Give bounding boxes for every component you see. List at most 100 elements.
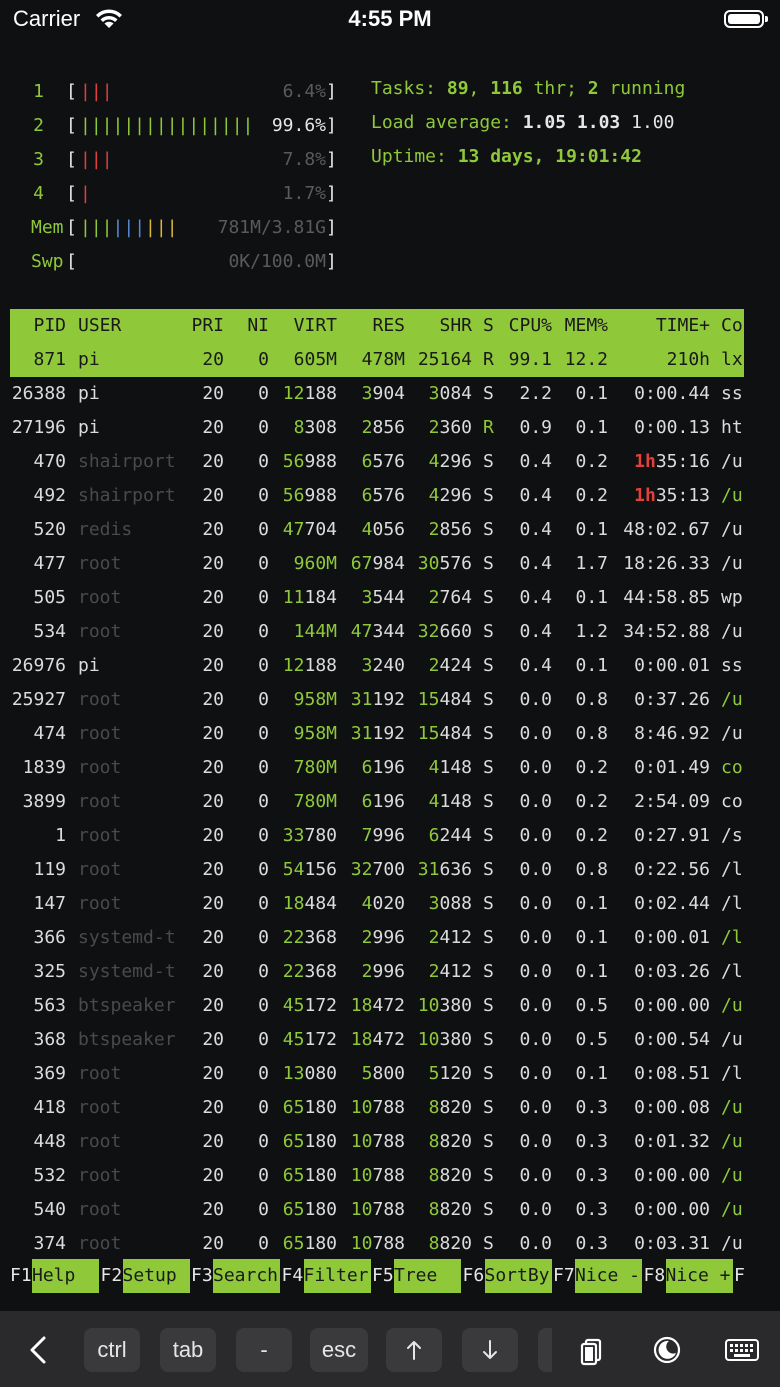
process-row[interactable]: 492 shairport 20 0 56988 6576 4296 S 0.4 0.2 1h35:… <box>0 479 780 513</box>
cell-user: root <box>78 1233 122 1254</box>
function-key-label-f3[interactable]: Search <box>213 1259 280 1293</box>
column-header-shr[interactable]: SHR <box>405 309 472 343</box>
process-row[interactable]: 26388 pi 20 0 12188 3904 3084 S 2.2 0.1 0:00.44 ss <box>0 377 780 411</box>
cell-cmd: /l <box>721 1063 743 1084</box>
function-key-f8[interactable]: F8 <box>644 1259 666 1293</box>
process-row[interactable]: 448 root 20 0 65180 10788 8820 S 0.0 0.3 0:01.32/u <box>0 1125 780 1159</box>
process-row[interactable]: 520 redis 20 0 47704 4056 2856 S 0.4 0.1 48:02.67/… <box>0 513 780 547</box>
bar-segment: ||| <box>80 217 113 238</box>
function-key-f6[interactable]: F6 <box>463 1259 485 1293</box>
function-key-f2[interactable]: F2 <box>101 1259 123 1293</box>
process-row[interactable]: 532 root 20 0 65180 10788 8820 S 0.0 0.3 0:00.00/u <box>0 1159 780 1193</box>
cell-pid: 520 <box>33 519 66 540</box>
cell-cmd: co <box>721 757 743 778</box>
function-key-label-f7[interactable]: Nice - <box>575 1259 642 1293</box>
cell-time: 8:46.92 <box>634 723 710 744</box>
function-key-f3[interactable]: F3 <box>191 1259 213 1293</box>
cell-virt: 18484 <box>270 887 337 921</box>
cell-pid: 119 <box>33 859 66 880</box>
value-mega: 780M <box>293 791 337 812</box>
column-header-ni[interactable]: NI <box>236 309 269 343</box>
arrow-down-key[interactable] <box>462 1328 518 1372</box>
cell-cpu: 0.0 <box>519 723 552 744</box>
process-row[interactable]: 534 root 20 0 144M 47344 32660 S 0.4 1.2 34:52.88/… <box>0 615 780 649</box>
process-row[interactable]: 374 root 20 0 65180 10788 8820 S 0.0 0.3 0:03.31/u <box>0 1227 780 1261</box>
column-header-pid[interactable]: PID <box>0 309 66 343</box>
cell-mem: 0.3 <box>575 1233 608 1254</box>
process-row[interactable]: 147 root 20 0 18484 4020 3088 S 0.0 0.1 0:02.44/l <box>0 887 780 921</box>
process-row[interactable]: 505 root 20 0 11184 3544 2764 S 0.4 0.1 44:58.85 wp <box>0 581 780 615</box>
cell-res: 10788 <box>338 1159 405 1193</box>
column-header-cpu[interactable]: CPU% <box>495 309 552 343</box>
value-units: 472 <box>372 995 405 1016</box>
bracket-close: ] <box>326 81 337 102</box>
esc-key[interactable]: esc <box>310 1328 368 1372</box>
cell-user: root <box>78 791 122 812</box>
process-row[interactable]: 26976 pi 20 0 12188 3240 2424 S 0.4 0.1 0:00.01 ss <box>0 649 780 683</box>
cpu-meter: 2[|||||||||||||||| 99.6%] <box>0 109 340 143</box>
cell-cmd: /u <box>721 1131 743 1152</box>
function-key-f4[interactable]: F4 <box>282 1259 304 1293</box>
cell-pid: 534 <box>33 621 66 642</box>
back-chevron-icon[interactable] <box>24 1328 54 1372</box>
column-header-res[interactable]: RES <box>338 309 405 343</box>
column-header-mem[interactable]: MEM% <box>552 309 608 343</box>
function-key-label-f4[interactable]: Filter <box>303 1259 371 1293</box>
ctrl-key[interactable]: ctrl <box>84 1328 140 1372</box>
function-key-label-f2[interactable]: Setup <box>122 1259 190 1293</box>
arrow-up-key[interactable] <box>386 1328 442 1372</box>
process-row[interactable]: 25927 root 20 0 958M 31192 15484 S 0.0 0.8 0:37.26… <box>0 683 780 717</box>
function-key-label-f1[interactable]: Help <box>32 1259 99 1293</box>
process-row[interactable]: 470 shairport 20 0 56988 6576 4296 S 0.4 0.2 1h35:… <box>0 445 780 479</box>
cell-pri: 20 <box>202 383 224 404</box>
process-row[interactable]: 477 root 20 0 960M 67984 30576 S 0.4 1.7 18:26.33/… <box>0 547 780 581</box>
cell-time: 0:08.51 <box>634 1063 710 1084</box>
column-header-pri[interactable]: PRI <box>182 309 224 343</box>
keyboard-icon[interactable] <box>724 1328 760 1372</box>
process-row[interactable]: 418 root 20 0 65180 10788 8820 S 0.0 0.3 0:00.08/u <box>0 1091 780 1125</box>
value-thousands: 18 <box>350 995 373 1016</box>
arrow-down-icon <box>483 1340 497 1359</box>
process-row[interactable]: 325 systemd-t 20 0 22368 2996 2412 S 0.0 0.1 0:03.… <box>0 955 780 989</box>
column-header-virt[interactable]: VIRT <box>270 309 337 343</box>
cell-cmd: ss <box>721 655 743 676</box>
process-row[interactable]: 871 pi 20 0 605M 478M 25164 R 99.1 12.2 210h lx <box>10 343 744 377</box>
moon-icon[interactable] <box>652 1328 682 1372</box>
value-units: 544 <box>372 587 405 608</box>
column-header-time[interactable]: TIME+ <box>608 309 710 343</box>
function-key-f5[interactable]: F5 <box>372 1259 394 1293</box>
value-units: 296 <box>439 451 472 472</box>
function-key-f1[interactable]: F1 <box>10 1259 32 1293</box>
tab-key[interactable]: tab <box>160 1328 216 1372</box>
process-row[interactable]: 3899 root 20 0 780M 6196 4148 S 0.0 0.2 2:54.09 co <box>0 785 780 819</box>
process-row[interactable]: 1 root 20 0 33780 7996 6244 S 0.0 0.2 0:27.91/s <box>0 819 780 853</box>
value-units: 156 <box>304 859 337 880</box>
process-row[interactable]: 563 btspeaker 20 0 45172 18472 10380 S 0.0 0.5 0:0… <box>0 989 780 1023</box>
function-key-label-f8[interactable]: Nice + <box>665 1259 733 1293</box>
function-key-f7[interactable]: F7 <box>553 1259 575 1293</box>
process-row[interactable]: 27196 pi 20 0 8308 2856 2360 R 0.9 0.1 0:00.13 ht <box>0 411 780 445</box>
minus-key[interactable]: - <box>236 1328 292 1372</box>
process-row[interactable]: 369 root 20 0 13080 5800 5120 S 0.0 0.1 0:08.51/l <box>0 1057 780 1091</box>
process-row[interactable]: 540 root 20 0 65180 10788 8820 S 0.0 0.3 0:00.00/u <box>0 1193 780 1227</box>
process-row[interactable]: 366 systemd-t 20 0 22368 2996 2412 S 0.0 0.1 0:00.… <box>0 921 780 955</box>
overflow-key-edge <box>538 1328 552 1372</box>
column-header-user[interactable]: USER <box>78 309 188 343</box>
value-units: 576 <box>372 451 405 472</box>
uptime-line: Uptime: 13 days, 19:01:42 <box>371 146 642 167</box>
column-header-cmd[interactable]: Co <box>721 309 751 343</box>
process-row[interactable]: 368 btspeaker 20 0 45172 18472 10380 S 0.0 0.5 0:0… <box>0 1023 780 1057</box>
value-mega: 144M <box>293 621 337 642</box>
paste-icon[interactable] <box>578 1328 606 1372</box>
cell-time: 0:27.91 <box>634 825 710 846</box>
process-row[interactable]: 119 root 20 0 54156 32700 31636 S 0.0 0.8 0:22.56/… <box>0 853 780 887</box>
cpu-bars: | <box>80 177 91 211</box>
function-key-label-f5[interactable]: Tree <box>394 1259 461 1293</box>
process-row[interactable]: 1839 root 20 0 780M 6196 4148 S 0.0 0.2 0:01.49 co <box>0 751 780 785</box>
function-key-label-f6[interactable]: SortBy <box>484 1259 552 1293</box>
cell-shr: 10380 <box>405 989 472 1023</box>
process-row[interactable]: 474 root 20 0 958M 31192 15484 S 0.0 0.8 8:46.92/u <box>0 717 780 751</box>
value-units: 996 <box>372 961 405 982</box>
value-thousands: 7 <box>361 825 373 846</box>
cell-cmd: /u <box>721 519 743 540</box>
